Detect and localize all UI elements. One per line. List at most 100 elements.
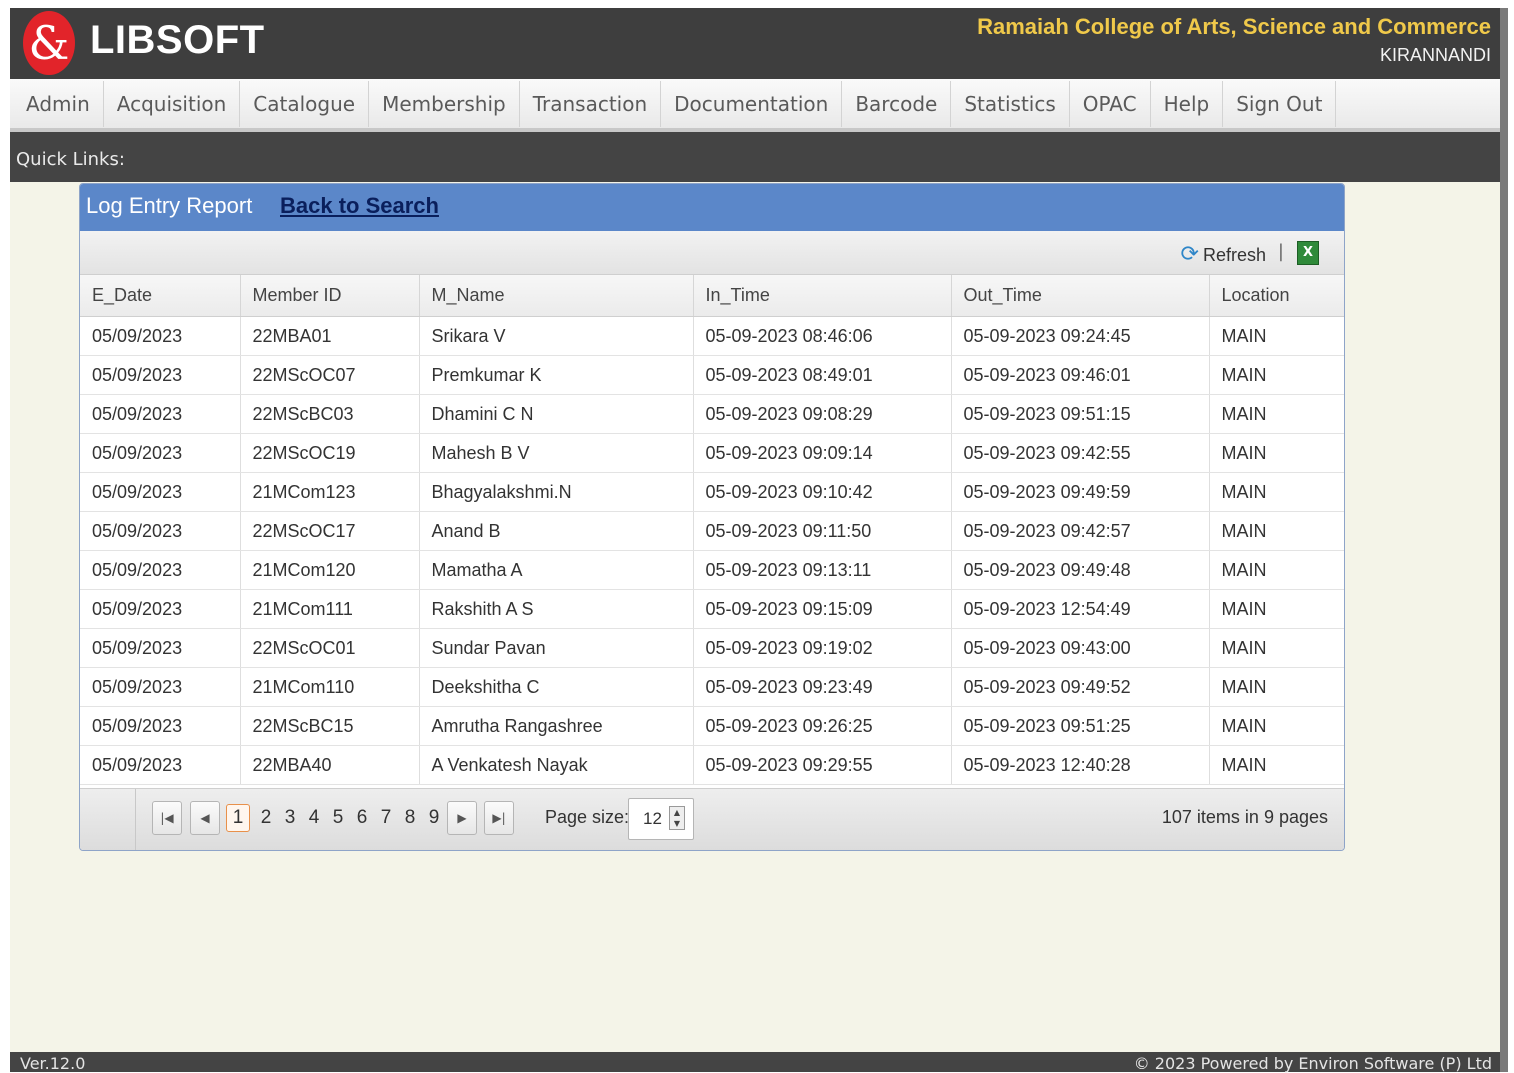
- table-cell: 05-09-2023 09:51:15: [951, 394, 1210, 434]
- table-cell: A Venkatesh Nayak: [419, 745, 694, 785]
- table-row[interactable]: 05/09/2023 22MBA01 Srikara V 05-09-2023 08:…: [80, 316, 1344, 356]
- table-cell: 21MCom110: [240, 667, 420, 707]
- page-link-6[interactable]: 6: [354, 807, 370, 829]
- table-cell: Bhagyalakshmi.N: [419, 472, 694, 512]
- first-page-button[interactable]: |◀: [152, 801, 182, 835]
- libsoft-logo-icon: &: [23, 11, 75, 75]
- grid-toolbar: ⟳ Refresh | X: [80, 231, 1344, 275]
- footer: Ver.12.0 © 2023 Powered by Environ Softw…: [10, 1052, 1500, 1073]
- menu-item-transaction[interactable]: Transaction: [520, 80, 662, 127]
- quick-links-bar: Quick Links:: [10, 132, 1500, 182]
- table-row[interactable]: 05/09/2023 22MScOC19 Mahesh B V 05-09-2023 …: [80, 433, 1344, 473]
- column-header-in-time[interactable]: In_Time: [693, 275, 952, 317]
- page-size-input[interactable]: 12 ▲ ▼: [628, 798, 694, 840]
- table-cell: 05-09-2023 12:54:49: [951, 589, 1210, 629]
- table-cell: 05-09-2023 09:15:09: [693, 589, 952, 629]
- table-cell: 05/09/2023: [80, 394, 241, 434]
- menu-item-acquisition[interactable]: Acquisition: [104, 80, 241, 127]
- table-cell: 05-09-2023 09:11:50: [693, 511, 952, 551]
- table-cell: 05-09-2023 09:09:14: [693, 433, 952, 473]
- table-row[interactable]: 05/09/2023 22MBA40 A Venkatesh Nayak 05-09-…: [80, 745, 1344, 785]
- table-row[interactable]: 05/09/2023 21MCom110 Deekshitha C 05-09-202…: [80, 667, 1344, 707]
- table-cell: 05/09/2023: [80, 589, 241, 629]
- table-cell: MAIN: [1209, 433, 1344, 473]
- menu-item-sign-out[interactable]: Sign Out: [1223, 80, 1337, 127]
- spinner-icon[interactable]: ▲ ▼: [669, 806, 685, 830]
- last-page-button[interactable]: ▶|: [484, 801, 514, 835]
- page-link-2[interactable]: 2: [258, 807, 274, 829]
- table-cell: 05/09/2023: [80, 706, 241, 746]
- menu-item-membership[interactable]: Membership: [369, 80, 520, 127]
- page-link-7[interactable]: 7: [378, 807, 394, 829]
- table-row[interactable]: 05/09/2023 22MScOC07 Premkumar K 05-09-2023…: [80, 355, 1344, 395]
- menu-item-statistics[interactable]: Statistics: [951, 80, 1070, 127]
- menu-item-help[interactable]: Help: [1151, 80, 1224, 127]
- page-link-1[interactable]: 1: [226, 804, 250, 832]
- pager: |◀ ◀ 123456789 ▶ ▶| Page size: 12 ▲ ▼ 107…: [80, 788, 1344, 850]
- table-cell: 05-09-2023 09:49:48: [951, 550, 1210, 590]
- table-cell: 22MScOC17: [240, 511, 420, 551]
- table-cell: 05-09-2023 08:46:06: [693, 316, 952, 356]
- table-cell: 05/09/2023: [80, 433, 241, 473]
- table-cell: 05/09/2023: [80, 667, 241, 707]
- table-row[interactable]: 05/09/2023 21MCom123 Bhagyalakshmi.N 05-09-…: [80, 472, 1344, 512]
- table-cell: 05-09-2023 09:42:55: [951, 433, 1210, 473]
- column-header-m-name[interactable]: M_Name: [419, 275, 694, 317]
- menu-item-catalogue[interactable]: Catalogue: [240, 80, 370, 127]
- version-label: Ver.12.0: [20, 1054, 86, 1073]
- page-link-8[interactable]: 8: [402, 807, 418, 829]
- table-row[interactable]: 05/09/2023 22MScBC15 Amrutha Rangashree 05-…: [80, 706, 1344, 746]
- powered-by-label: © 2023 Powered by Environ Software (P) L…: [1133, 1054, 1492, 1073]
- table-cell: 05-09-2023 09:43:00: [951, 628, 1210, 668]
- table-cell: 05-09-2023 09:42:57: [951, 511, 1210, 551]
- excel-export-icon[interactable]: X: [1297, 241, 1319, 265]
- table-cell: 21MCom111: [240, 589, 420, 629]
- menu-item-barcode[interactable]: Barcode: [842, 80, 952, 127]
- table-cell: 05-09-2023 09:24:45: [951, 316, 1210, 356]
- page-link-4[interactable]: 4: [306, 807, 322, 829]
- window-edge: [1500, 8, 1508, 1072]
- first-page-icon: |◀: [160, 811, 174, 825]
- table-cell: 21MCom120: [240, 550, 420, 590]
- column-header-location[interactable]: Location: [1209, 275, 1344, 317]
- table-cell: 05-09-2023 08:49:01: [693, 355, 952, 395]
- table-cell: Dhamini C N: [419, 394, 694, 434]
- page-link-3[interactable]: 3: [282, 807, 298, 829]
- app-frame: & LIBSOFT Ramaiah College of Arts, Scien…: [10, 8, 1500, 1073]
- log-entry-panel: Log Entry Report Back to Search ⟳ Refresh…: [79, 183, 1345, 851]
- next-page-button[interactable]: ▶: [447, 801, 477, 835]
- toolbar-separator: |: [1277, 241, 1284, 262]
- refresh-button[interactable]: ⟳ Refresh: [1181, 241, 1266, 267]
- table-row[interactable]: 05/09/2023 21MCom111 Rakshith A S 05-09-202…: [80, 589, 1344, 629]
- last-page-icon: ▶|: [492, 811, 506, 825]
- page-size-value: 12: [643, 809, 662, 828]
- table-row[interactable]: 05/09/2023 21MCom120 Mamatha A 05-09-2023 0…: [80, 550, 1344, 590]
- header: & LIBSOFT Ramaiah College of Arts, Scien…: [10, 8, 1500, 79]
- menu-item-documentation[interactable]: Documentation: [661, 80, 843, 127]
- log-entry-table: E_Date Member ID M_Name In_Time Out_Time Loca…: [80, 275, 1344, 785]
- column-header-e-date[interactable]: E_Date: [80, 275, 241, 317]
- page-numbers: 123456789: [226, 801, 450, 835]
- table-row[interactable]: 05/09/2023 22MScOC17 Anand B 05-09-2023 09:…: [80, 511, 1344, 551]
- column-header-member-id[interactable]: Member ID: [240, 275, 420, 317]
- page-link-5[interactable]: 5: [330, 807, 346, 829]
- column-header-out-time[interactable]: Out_Time: [951, 275, 1210, 317]
- prev-page-button[interactable]: ◀: [190, 801, 220, 835]
- menu-item-opac[interactable]: OPAC: [1070, 80, 1151, 127]
- table-cell: 05-09-2023 09:29:55: [693, 745, 952, 785]
- table-row[interactable]: 05/09/2023 22MScOC01 Sundar Pavan 05-09-202…: [80, 628, 1344, 668]
- page-link-9[interactable]: 9: [426, 807, 442, 829]
- back-to-search-link[interactable]: Back to Search: [280, 193, 439, 219]
- table-row[interactable]: 05/09/2023 22MScBC03 Dhamini C N 05-09-2023…: [80, 394, 1344, 434]
- menu-item-admin[interactable]: Admin: [10, 80, 104, 127]
- table-cell: MAIN: [1209, 706, 1344, 746]
- table-cell: MAIN: [1209, 394, 1344, 434]
- table-cell: 05/09/2023: [80, 550, 241, 590]
- refresh-icon: ⟳: [1180, 241, 1199, 266]
- table-cell: Srikara V: [419, 316, 694, 356]
- table-cell: MAIN: [1209, 745, 1344, 785]
- table-header-row: E_Date Member ID M_Name In_Time Out_Time Loca…: [80, 275, 1344, 317]
- table-cell: MAIN: [1209, 667, 1344, 707]
- pager-divider: [135, 789, 136, 850]
- table-cell: MAIN: [1209, 550, 1344, 590]
